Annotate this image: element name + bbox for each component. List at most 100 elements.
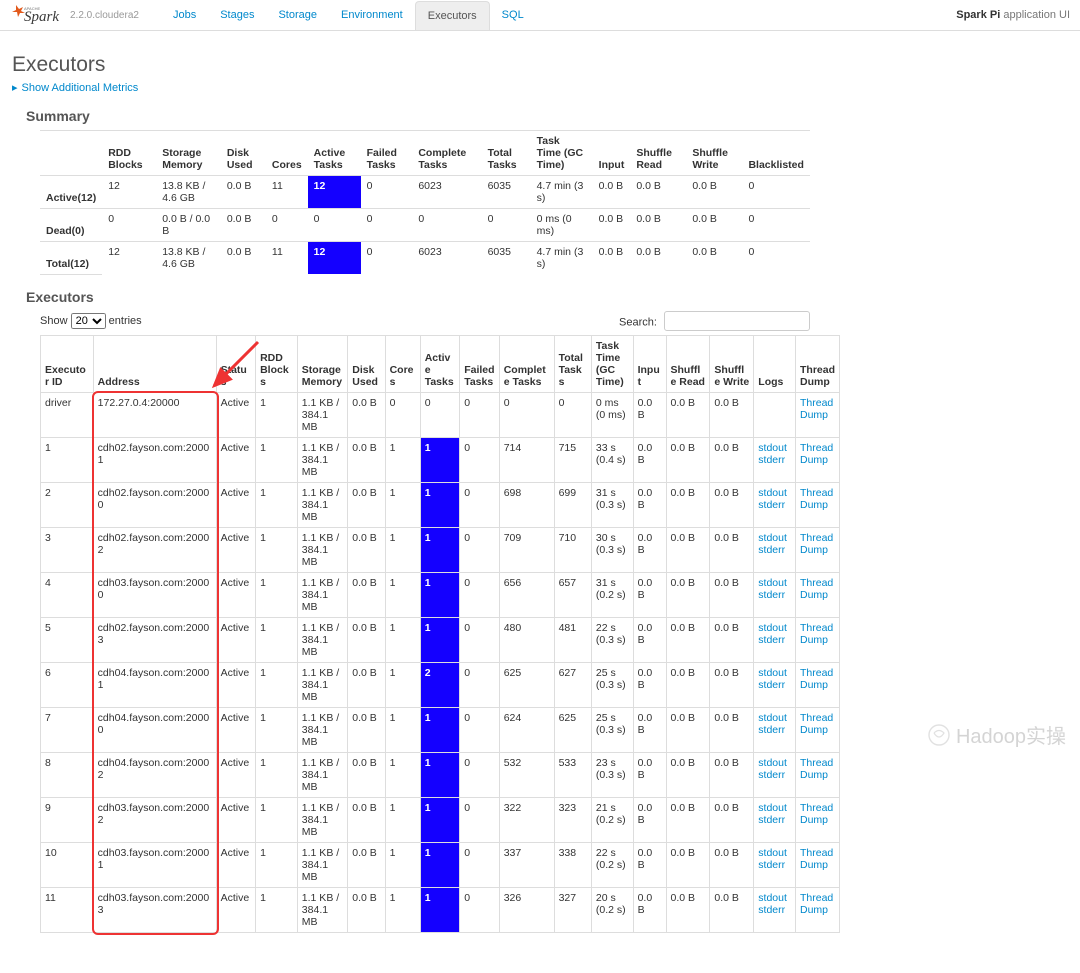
- stdout-link[interactable]: stdout: [758, 847, 787, 859]
- summary-col: Total Tasks: [482, 131, 531, 176]
- nav-executors[interactable]: Executors: [415, 1, 490, 30]
- stderr-link[interactable]: stderr: [758, 859, 785, 871]
- stdout-link[interactable]: stdout: [758, 442, 787, 454]
- summary-col: Storage Memory: [156, 131, 221, 176]
- summary-col: Complete Tasks: [412, 131, 481, 176]
- thread-dump-link[interactable]: Thread Dump: [800, 847, 833, 871]
- exec-col[interactable]: Shuffle Read: [666, 335, 710, 392]
- topbar: Spark APACHE 2.2.0.cloudera2 JobsStagesS…: [0, 0, 1080, 31]
- summary-col: Active Tasks: [308, 131, 361, 176]
- table-row: 2cdh02.fayson.com:20000Active11.1 KB / 3…: [41, 482, 840, 527]
- stdout-link[interactable]: stdout: [758, 577, 787, 589]
- thread-dump-link[interactable]: Thread Dump: [800, 667, 833, 691]
- thread-dump-link[interactable]: Thread Dump: [800, 532, 833, 556]
- entries-label: entries: [109, 315, 142, 327]
- stdout-link[interactable]: stdout: [758, 622, 787, 634]
- table-row: 5cdh02.fayson.com:20003Active11.1 KB / 3…: [41, 617, 840, 662]
- thread-dump-link[interactable]: Thread Dump: [800, 712, 833, 736]
- search-label: Search:: [619, 316, 657, 328]
- search-wrap: Search:: [619, 311, 810, 331]
- stdout-link[interactable]: stdout: [758, 667, 787, 679]
- nav-tabs: JobsStagesStorageEnvironmentExecutorsSQL: [161, 1, 536, 30]
- stderr-link[interactable]: stderr: [758, 634, 785, 646]
- exec-col[interactable]: Total Tasks: [554, 335, 591, 392]
- summary-col: Failed Tasks: [361, 131, 413, 176]
- summary-table: RDD BlocksStorage MemoryDisk UsedCoresAc…: [40, 130, 810, 275]
- table-row: 7cdh04.fayson.com:20000Active11.1 KB / 3…: [41, 707, 840, 752]
- stdout-link[interactable]: stdout: [758, 757, 787, 769]
- exec-col[interactable]: Address: [93, 335, 216, 392]
- search-input[interactable]: [664, 311, 810, 331]
- nav-stages[interactable]: Stages: [208, 1, 266, 30]
- app-ui-label: Spark Pi application UI: [956, 9, 1070, 21]
- table-row: driver172.27.0.4:20000Active11.1 KB / 38…: [41, 392, 840, 437]
- summary-col: [40, 131, 102, 176]
- nav-environment[interactable]: Environment: [329, 1, 415, 30]
- show-additional-metrics[interactable]: ▸Show Additional Metrics: [12, 81, 1068, 94]
- exec-col[interactable]: Disk Used: [348, 335, 385, 392]
- exec-col[interactable]: Executor ID: [41, 335, 94, 392]
- thread-dump-link[interactable]: Thread Dump: [800, 397, 833, 421]
- summary-col: Cores: [266, 131, 308, 176]
- nav-jobs[interactable]: Jobs: [161, 1, 208, 30]
- nav-storage[interactable]: Storage: [266, 1, 329, 30]
- stderr-link[interactable]: stderr: [758, 769, 785, 781]
- table-row: 11cdh03.fayson.com:20003Active11.1 KB / …: [41, 887, 840, 932]
- exec-col[interactable]: Status: [216, 335, 256, 392]
- thread-dump-link[interactable]: Thread Dump: [800, 802, 833, 826]
- executors-controls: Show 20 entries Search:: [40, 311, 810, 331]
- executors-heading: Executors: [26, 289, 1068, 305]
- thread-dump-link[interactable]: Thread Dump: [800, 757, 833, 781]
- stderr-link[interactable]: stderr: [758, 544, 785, 556]
- exec-col[interactable]: Shuffle Write: [710, 335, 754, 392]
- summary-col: Disk Used: [221, 131, 266, 176]
- app-ui-suffix: application UI: [1003, 9, 1070, 21]
- summary-row: Dead(0)00.0 B / 0.0 B0.0 B000000 ms (0 m…: [40, 209, 810, 242]
- exec-col[interactable]: Complete Tasks: [499, 335, 554, 392]
- page-title: Executors: [12, 53, 1068, 77]
- exec-col[interactable]: Input: [633, 335, 666, 392]
- table-row: 6cdh04.fayson.com:20001Active11.1 KB / 3…: [41, 662, 840, 707]
- exec-col[interactable]: Task Time (GC Time): [591, 335, 633, 392]
- stderr-link[interactable]: stderr: [758, 904, 785, 916]
- thread-dump-link[interactable]: Thread Dump: [800, 442, 833, 466]
- exec-col[interactable]: Storage Memory: [297, 335, 347, 392]
- stdout-link[interactable]: stdout: [758, 712, 787, 724]
- exec-col[interactable]: Active Tasks: [420, 335, 460, 392]
- page-body: Executors ▸Show Additional Metrics Summa…: [0, 31, 1080, 973]
- summary-col: RDD Blocks: [102, 131, 156, 176]
- summary-col: Input: [593, 131, 631, 176]
- summary-col: Shuffle Write: [686, 131, 742, 176]
- exec-col[interactable]: Logs: [754, 335, 796, 392]
- stdout-link[interactable]: stdout: [758, 532, 787, 544]
- summary-col: Shuffle Read: [630, 131, 686, 176]
- stdout-link[interactable]: stdout: [758, 487, 787, 499]
- show-label: Show: [40, 315, 68, 327]
- stdout-link[interactable]: stdout: [758, 802, 787, 814]
- table-row: 8cdh04.fayson.com:20002Active11.1 KB / 3…: [41, 752, 840, 797]
- entries-select[interactable]: 20: [71, 313, 106, 329]
- exec-col[interactable]: RDD Blocks: [256, 335, 298, 392]
- version-label: 2.2.0.cloudera2: [70, 10, 139, 21]
- thread-dump-link[interactable]: Thread Dump: [800, 487, 833, 511]
- stderr-link[interactable]: stderr: [758, 724, 785, 736]
- exec-col[interactable]: Failed Tasks: [460, 335, 500, 392]
- stderr-link[interactable]: stderr: [758, 589, 785, 601]
- nav-sql[interactable]: SQL: [490, 1, 536, 30]
- thread-dump-link[interactable]: Thread Dump: [800, 622, 833, 646]
- stderr-link[interactable]: stderr: [758, 679, 785, 691]
- exec-col[interactable]: Cores: [385, 335, 420, 392]
- table-row: 9cdh03.fayson.com:20002Active11.1 KB / 3…: [41, 797, 840, 842]
- thread-dump-link[interactable]: Thread Dump: [800, 892, 833, 916]
- summary-heading: Summary: [26, 108, 1068, 124]
- table-row: 10cdh03.fayson.com:20001Active11.1 KB / …: [41, 842, 840, 887]
- exec-col[interactable]: Thread Dump: [796, 335, 840, 392]
- svg-text:APACHE: APACHE: [24, 6, 40, 11]
- stderr-link[interactable]: stderr: [758, 499, 785, 511]
- watermark: Hadoop实操: [928, 720, 1066, 749]
- stderr-link[interactable]: stderr: [758, 814, 785, 826]
- stdout-link[interactable]: stdout: [758, 892, 787, 904]
- app-name: Spark Pi: [956, 9, 1000, 21]
- thread-dump-link[interactable]: Thread Dump: [800, 577, 833, 601]
- stderr-link[interactable]: stderr: [758, 454, 785, 466]
